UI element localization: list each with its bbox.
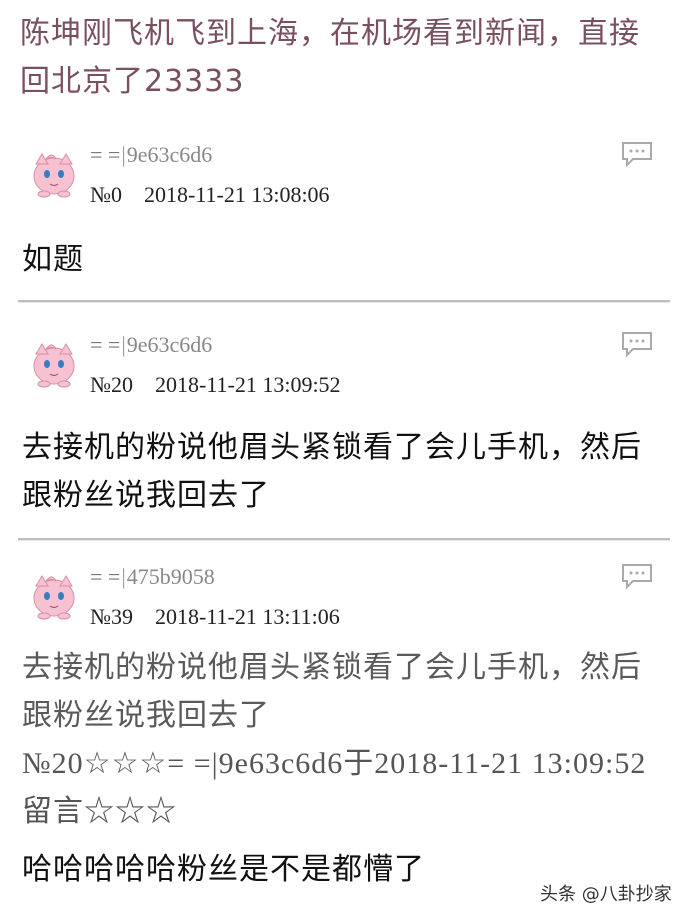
post-timestamp: 2018-11-21 13:08:06 (144, 182, 330, 207)
author-id[interactable]: 9e63c6d6 (127, 142, 213, 167)
post-number[interactable]: №20 (90, 372, 133, 397)
author-prefix: = = (90, 332, 121, 357)
watermark-text: 头条 @八卦抄家 (540, 884, 672, 905)
author-prefix: = = (90, 564, 121, 589)
post-author: = =|9e63c6d6 (90, 332, 212, 358)
toutiao-watermark: 头条 @八卦抄家 (540, 880, 672, 906)
reply-icon[interactable] (620, 562, 654, 590)
author-separator: | (121, 142, 126, 167)
post-timestamp: 2018-11-21 13:11:06 (155, 604, 340, 629)
author-prefix: = = (90, 142, 121, 167)
post-author: = =|9e63c6d6 (90, 142, 212, 168)
author-id[interactable]: 475b9058 (127, 564, 215, 589)
post-meta: №20 2018-11-21 13:09:52 (90, 372, 341, 398)
reply-icon[interactable] (620, 330, 654, 358)
post-divider (18, 300, 670, 302)
quote-reference[interactable]: №20☆☆☆= =|9e63c6d6于2018-11-21 13:09:52留言… (22, 740, 672, 836)
post-number[interactable]: №0 (90, 182, 122, 207)
author-separator: | (121, 332, 126, 357)
author-id[interactable]: 9e63c6d6 (127, 332, 213, 357)
author-separator: | (121, 564, 126, 589)
post-meta: №0 2018-11-21 13:08:06 (90, 182, 330, 208)
thread-title: 陈坤刚飞机飞到上海，在机场看到新闻，直接回北京了23333 (20, 16, 640, 99)
quoted-body: 去接机的粉说他眉头紧锁看了会儿手机，然后跟粉丝说我回去了 (22, 650, 642, 733)
post-divider (18, 538, 670, 540)
post-meta: №39 2018-11-21 13:11:06 (90, 604, 340, 630)
post-number[interactable]: №39 (90, 604, 133, 629)
post-timestamp: 2018-11-21 13:09:52 (155, 372, 341, 397)
post-body: 如题 (22, 242, 84, 277)
jigglypuff-avatar[interactable] (24, 140, 84, 200)
jigglypuff-avatar[interactable] (24, 562, 84, 622)
post-body: 去接机的粉说他眉头紧锁看了会儿手机，然后跟粉丝说我回去了 (22, 430, 642, 513)
post-author: = =|475b9058 (90, 564, 215, 590)
reply-icon[interactable] (620, 140, 654, 168)
jigglypuff-avatar[interactable] (24, 330, 84, 390)
